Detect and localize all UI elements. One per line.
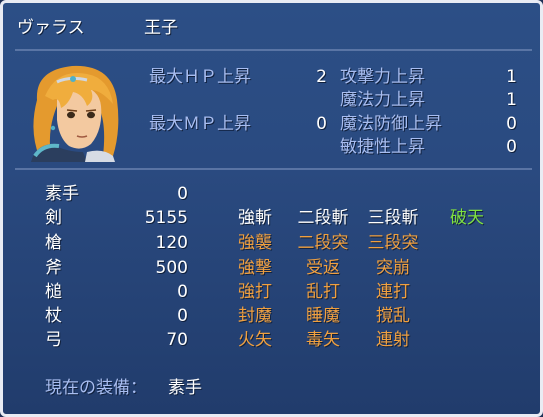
skill: 強撃 [238,258,272,278]
weapon-name: 杖 [45,306,62,326]
character-class: 王子 [144,18,178,38]
skill: 撹乱 [376,306,410,326]
status-window: ヴァラス 王子 最大ＨＰ上昇 2 最大ＭＰ上昇 0 攻撃力上昇 1 魔法力上昇 … [0,0,543,417]
weapon-name: 斧 [45,258,62,278]
stat-max-hp-label: 最大ＨＰ上昇 [149,67,251,87]
skill: 三段斬 [367,208,419,228]
skill: 二段突 [297,233,349,253]
stat-magic-defense-value: 0 [506,114,517,134]
skill: 乱打 [306,282,340,302]
equipment-value: 素手 [168,378,202,398]
header-divider [15,49,532,51]
stat-attack-label: 攻撃力上昇 [340,67,425,87]
weapon-name: 弓 [45,330,62,350]
skill: 封魔 [238,306,272,326]
stat-max-mp-label: 最大ＭＰ上昇 [149,114,251,134]
weapon-name: 槍 [45,233,62,253]
stat-magic-value: 1 [506,90,517,110]
skill: 二段斬 [297,208,349,228]
skill: 毒矢 [306,330,340,350]
skill: 睡魔 [306,306,340,326]
stat-magic-defense-label: 魔法防御上昇 [340,114,442,134]
stat-agility-label: 敏捷性上昇 [340,137,425,157]
skill: 受返 [306,258,340,278]
equipment-label: 現在の装備： [45,378,147,398]
skill: 突崩 [376,258,410,278]
weapon-exp: 0 [177,306,188,326]
weapon-exp: 0 [177,282,188,302]
character-name: ヴァラス [17,18,85,38]
weapon-exp: 70 [166,330,188,350]
weapon-exp: 0 [177,184,188,204]
weapon-exp: 5155 [144,208,188,228]
stat-agility-value: 0 [506,137,517,157]
weapon-name: 素手 [45,184,79,204]
skill: 破天 [450,208,484,228]
character-portrait [31,65,119,162]
skill: 強襲 [238,233,272,253]
skill: 強打 [238,282,272,302]
skill: 連打 [376,282,410,302]
skill: 強斬 [238,208,272,228]
weapon-exp: 500 [155,258,188,278]
skill: 火矢 [238,330,272,350]
stat-attack-value: 1 [506,67,517,87]
skill: 三段突 [367,233,419,253]
stat-max-mp-value: 0 [316,114,327,134]
skill: 連射 [376,330,410,350]
weapon-name: 剣 [45,208,62,228]
stats-divider [15,168,532,170]
stat-magic-label: 魔法力上昇 [340,90,425,110]
stat-max-hp-value: 2 [316,67,327,87]
weapon-name: 槌 [45,282,62,302]
weapon-exp: 120 [155,233,188,253]
